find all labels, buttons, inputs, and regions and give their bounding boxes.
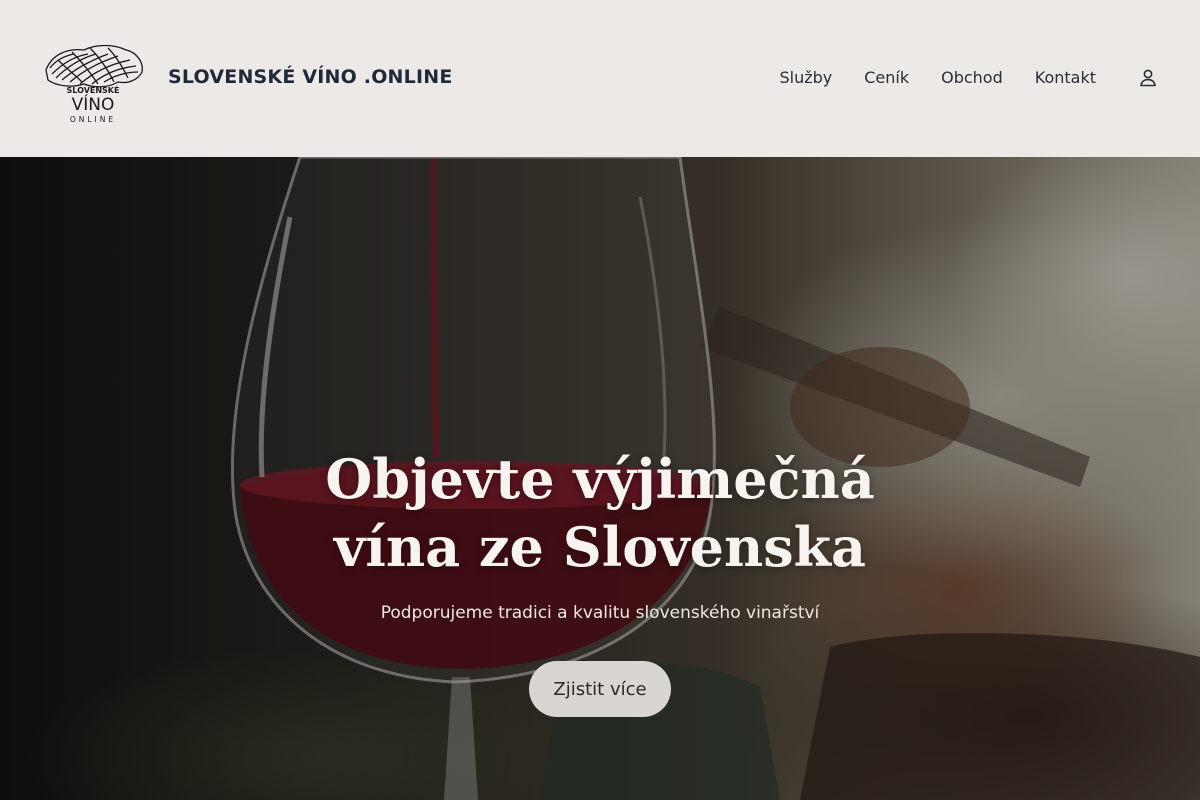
hero-section: Objevte výjimečná vína ze Slovenska Podp… [0, 157, 1200, 800]
site-header: SLOVENSKÉ VÍNO ONLINE SLOVENSKÉ VÍNO .ON… [0, 0, 1200, 157]
svg-text:SLOVENSKÉ: SLOVENSKÉ [67, 84, 120, 95]
nav-item-sluzby[interactable]: Služby [779, 68, 832, 87]
main-nav: Služby Ceník Obchod Kontakt [779, 68, 1096, 87]
site-title[interactable]: SLOVENSKÉ VÍNO .ONLINE [168, 66, 453, 88]
hero-title: Objevte výjimečná vína ze Slovenska [250, 445, 950, 581]
svg-text:ONLINE: ONLINE [70, 115, 116, 124]
user-icon[interactable] [1136, 66, 1160, 90]
svg-text:VÍNO: VÍNO [72, 93, 115, 115]
hero-subtitle: Podporujeme tradici a kvalitu slovenskéh… [380, 603, 820, 623]
nav-item-kontakt[interactable]: Kontakt [1035, 68, 1096, 87]
nav-item-cenik[interactable]: Ceník [864, 68, 909, 87]
nav-item-obchod[interactable]: Obchod [941, 68, 1003, 87]
hero-content: Objevte výjimečná vína ze Slovenska Podp… [0, 157, 1200, 800]
learn-more-button[interactable]: Zjistit více [529, 661, 671, 717]
logo[interactable]: SLOVENSKÉ VÍNO ONLINE [38, 40, 148, 126]
hero-title-line2: vína ze Slovenska [333, 515, 867, 579]
hero-title-line1: Objevte výjimečná [325, 447, 875, 511]
